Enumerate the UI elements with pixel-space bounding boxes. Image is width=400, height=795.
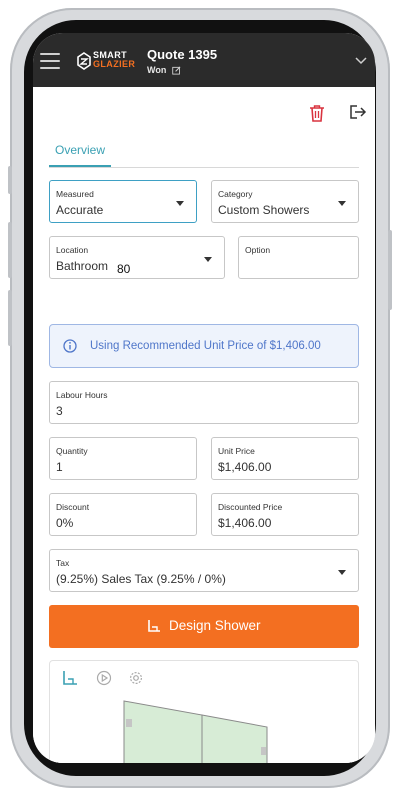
dropdown-caret-icon <box>338 201 346 206</box>
quantity-field[interactable]: Quantity 1 <box>49 437 197 480</box>
phone-power-button <box>388 230 392 310</box>
tax-label: Tax <box>56 558 70 568</box>
tab-overview[interactable]: Overview <box>49 143 112 167</box>
logo: SMART GLAZIER <box>93 51 135 69</box>
quote-title: Quote 1395 <box>147 47 218 62</box>
location-label: Location <box>56 245 89 255</box>
tax-value: (9.25%) Sales Tax (9.25% / 0%) <box>56 572 226 586</box>
chevron-down-icon[interactable] <box>355 57 367 65</box>
unit-price-value: $1,406.00 <box>218 460 272 474</box>
design-shower-button[interactable]: Design Shower <box>49 605 359 648</box>
recommended-price-info: Using Recommended Unit Price of $1,406.0… <box>49 324 359 368</box>
dropdown-caret-icon <box>338 570 346 575</box>
option-field[interactable]: Option <box>238 236 359 279</box>
labour-hours-field[interactable]: Labour Hours 3 <box>49 381 359 424</box>
dropdown-caret-icon <box>176 201 184 206</box>
phone-mute-switch <box>8 166 12 194</box>
discount-value: 0% <box>56 516 74 530</box>
gear-icon[interactable] <box>128 670 144 686</box>
labour-hours-value: 3 <box>56 404 63 418</box>
unit-price-label: Unit Price <box>218 446 255 456</box>
discounted-price-label: Discounted Price <box>218 502 283 512</box>
phone-volume-down <box>8 290 12 346</box>
discounted-price-value: $1,406.00 <box>218 516 272 530</box>
info-icon <box>63 339 77 353</box>
discount-field[interactable]: Discount 0% <box>49 493 197 536</box>
unit-price-field[interactable]: Unit Price $1,406.00 <box>211 437 359 480</box>
measured-select[interactable]: Measured Accurate <box>49 180 197 223</box>
tab-bar: Overview <box>49 139 359 168</box>
dimension-label: 80 <box>117 262 131 276</box>
discount-label: Discount <box>56 502 90 512</box>
edit-icon[interactable] <box>172 66 181 75</box>
hamburger-icon[interactable] <box>40 53 60 69</box>
location-value: Bathroom <box>56 259 109 273</box>
shower-preview-panel <box>49 660 359 763</box>
category-select[interactable]: Category Custom Showers <box>211 180 359 223</box>
logo-line2: GLAZIER <box>93 59 136 69</box>
category-value: Custom Showers <box>218 203 310 217</box>
quantity-label: Quantity <box>56 446 88 456</box>
discounted-price-field[interactable]: Discounted Price $1,406.00 <box>211 493 359 536</box>
app-screen: SMART GLAZIER Quote 1395 Won Overview Me… <box>33 33 375 763</box>
shower-glass-drawing <box>123 700 268 763</box>
play-icon[interactable] <box>96 670 112 686</box>
category-label: Category <box>218 189 253 199</box>
phone-volume-up <box>8 222 12 278</box>
exit-icon[interactable] <box>349 104 367 120</box>
action-toolbar <box>33 87 375 139</box>
logo-icon <box>77 52 91 70</box>
measured-label: Measured <box>56 189 94 199</box>
quantity-value: 1 <box>56 460 63 474</box>
shower-corner-icon[interactable] <box>62 670 78 686</box>
info-message: Using Recommended Unit Price of $1,406.0… <box>90 340 321 352</box>
shower-corner-icon <box>148 620 160 632</box>
location-select[interactable]: Location Bathroom <box>49 236 225 279</box>
labour-hours-label: Labour Hours <box>56 390 108 400</box>
trash-icon[interactable] <box>309 104 325 122</box>
quote-form: Overview Measured Accurate Category Cust… <box>33 139 375 763</box>
app-header: SMART GLAZIER Quote 1395 Won <box>33 33 375 87</box>
design-shower-label: Design Shower <box>169 618 261 633</box>
tax-select[interactable]: Tax (9.25%) Sales Tax (9.25% / 0%) <box>49 549 359 592</box>
dropdown-caret-icon <box>204 257 212 262</box>
quote-status: Won <box>147 65 181 75</box>
option-label: Option <box>245 245 271 255</box>
status-text: Won <box>147 65 167 75</box>
measured-value: Accurate <box>56 203 104 217</box>
